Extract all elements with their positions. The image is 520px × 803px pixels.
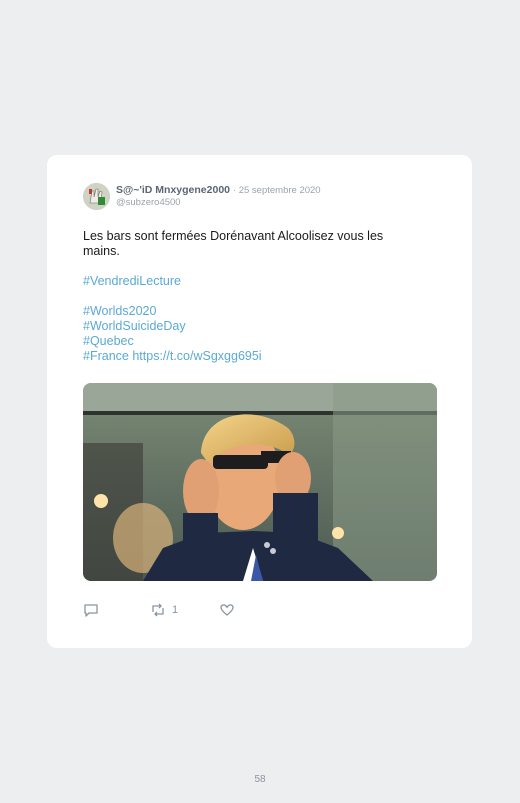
like-button[interactable]	[219, 602, 235, 618]
heart-icon	[220, 604, 234, 616]
tweet-text-line: Les bars sont fermées Dorénavant Alcooli…	[83, 229, 384, 243]
hashtag-quebec[interactable]: #Quebec	[83, 334, 423, 349]
author-line: S@~'iD Mnxygene2000 · 25 septembre 2020	[116, 184, 321, 196]
tweet-url[interactable]: https://t.co/wSgxgg695i	[132, 349, 261, 363]
hashtag-france[interactable]: #France	[83, 349, 129, 363]
tweet-text-line: mains.	[83, 244, 120, 258]
retweet-count: 1	[172, 604, 179, 616]
page-number: 58	[254, 774, 266, 785]
display-name[interactable]: S@~'iD Mnxygene2000	[116, 184, 230, 196]
hashtag-vendredilecture[interactable]: #VendrediLecture	[83, 274, 423, 289]
tweet-text: Les bars sont fermées Dorénavant Alcooli…	[83, 229, 423, 364]
tweet-card: S@~'iD Mnxygene2000 · 25 septembre 2020 …	[47, 155, 472, 648]
tweet-media-image[interactable]	[83, 383, 437, 581]
tweet-actions: 1	[83, 602, 283, 618]
speech-bubble-icon	[84, 604, 98, 617]
reply-button[interactable]	[83, 602, 99, 618]
tweet-date[interactable]: · 25 septembre 2020	[233, 185, 321, 196]
user-handle[interactable]: @subzero4500	[116, 197, 181, 208]
hashtag-worlds2020[interactable]: #Worlds2020	[83, 304, 423, 319]
hashtag-worldsuicideday[interactable]: #WorldSuicideDay	[83, 319, 423, 334]
retweet-button[interactable]: 1	[150, 602, 178, 618]
retweet-icon	[152, 603, 164, 617]
avatar[interactable]	[83, 183, 110, 210]
